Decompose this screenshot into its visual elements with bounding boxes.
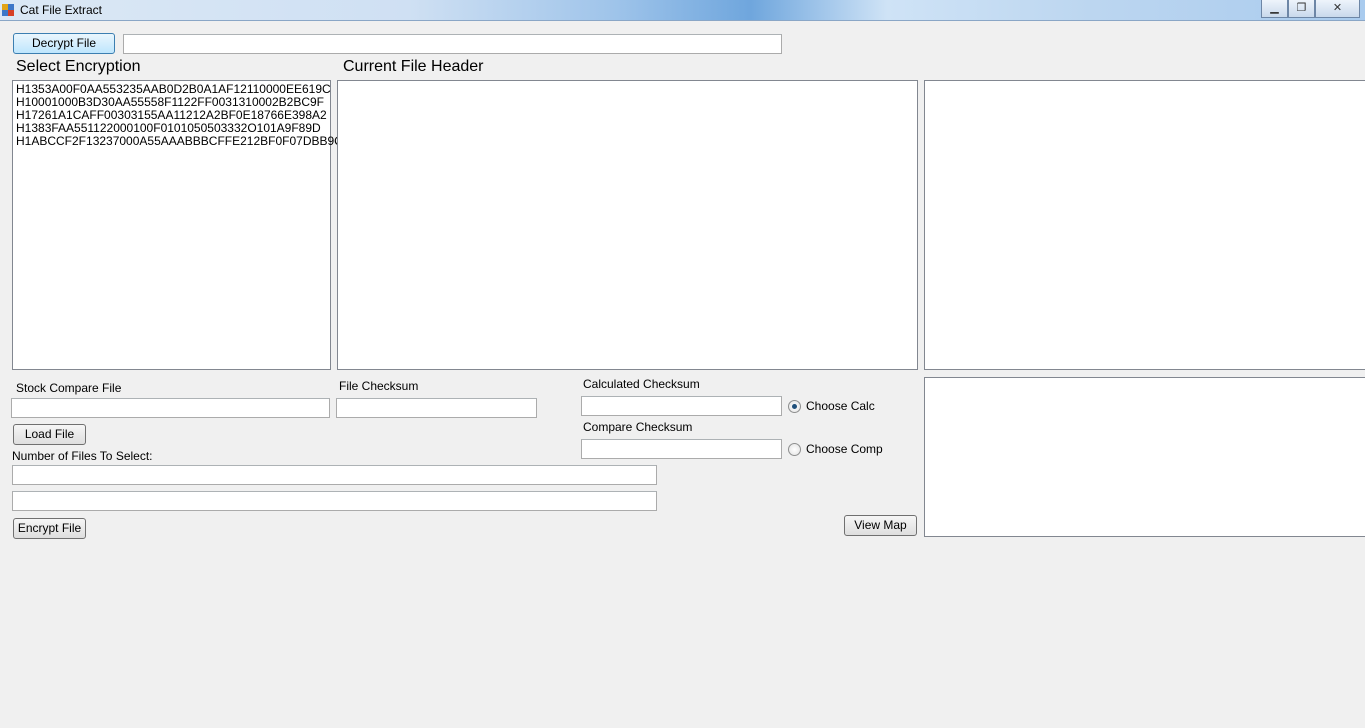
close-icon[interactable]: ✕ [1315,0,1360,18]
files-to-select-label: Number of Files To Select: [12,449,153,463]
file-checksum-input[interactable] [336,398,537,418]
choose-comp-radio[interactable] [788,443,801,456]
title-bar: Cat File Extract ▁ ❐ ✕ [0,0,1365,21]
app-icon [2,4,15,17]
compare-checksum-label: Compare Checksum [583,420,693,434]
stock-compare-input[interactable] [11,398,330,418]
decrypt-file-button[interactable]: Decrypt File [13,33,115,54]
radio-selected-dot [792,404,797,409]
view-map-button[interactable]: View Map [844,515,917,536]
window-title: Cat File Extract [20,3,103,17]
current-file-header-heading: Current File Header [343,58,484,75]
output-panel-top[interactable] [924,80,1365,370]
choose-calc-label[interactable]: Choose Calc [806,399,875,413]
stock-compare-label: Stock Compare File [16,381,122,395]
output-panel-bottom[interactable] [924,377,1365,537]
restore-icon[interactable]: ❐ [1288,0,1315,18]
encryption-listbox[interactable]: H1353A00F0AA553235AAB0D2B0A1AF12110000EE… [12,80,343,370]
files-to-select-input-1[interactable] [12,465,657,485]
encrypt-file-button[interactable]: Encrypt File [13,518,86,539]
select-encryption-heading: Select Encryption [16,58,141,75]
calculated-checksum-input[interactable] [581,396,782,416]
files-to-select-input-2[interactable] [12,491,657,511]
file-header-textbox[interactable] [337,80,918,370]
calculated-checksum-label: Calculated Checksum [583,377,700,391]
file-checksum-label: File Checksum [339,379,419,393]
file-path-input[interactable] [123,34,782,54]
choose-calc-radio[interactable] [788,400,801,413]
list-item[interactable]: H1ABCCF2F13237000A55AAABBBCFFE212BF0F07D… [16,135,343,148]
choose-comp-label[interactable]: Choose Comp [806,442,883,456]
minimize-icon[interactable]: ▁ [1261,0,1288,18]
load-file-button[interactable]: Load File [13,424,86,445]
compare-checksum-input[interactable] [581,439,782,459]
